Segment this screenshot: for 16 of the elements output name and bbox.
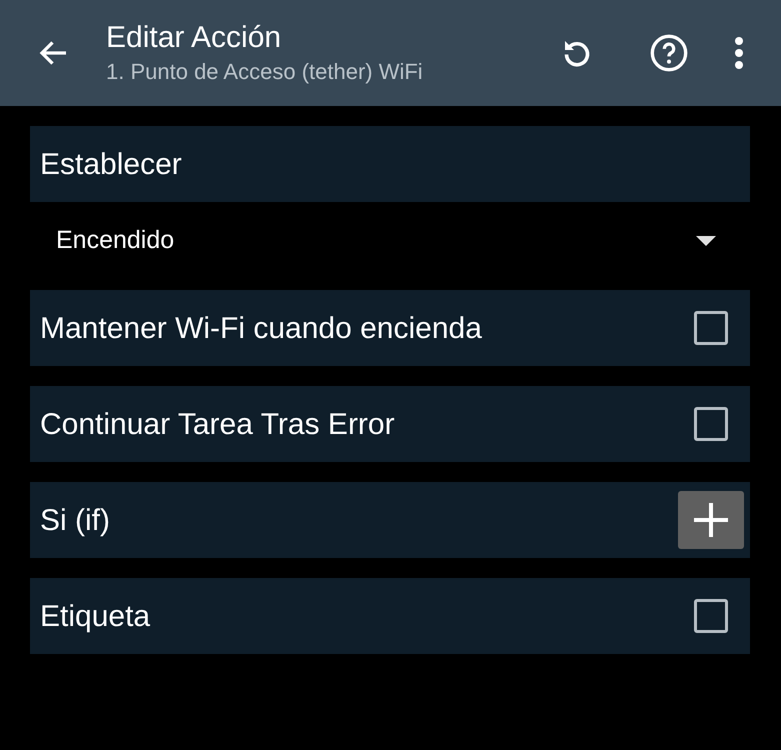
plus-icon bbox=[694, 503, 728, 537]
option-label: Si (if) bbox=[40, 502, 111, 538]
more-icon[interactable] bbox=[733, 36, 745, 70]
option-label: Mantener Wi-Fi cuando encienda bbox=[40, 310, 483, 346]
section-label: Establecer bbox=[40, 146, 182, 182]
subtitle: 1. Punto de Acceso (tether) WiFi bbox=[106, 58, 424, 86]
checkbox[interactable] bbox=[694, 407, 728, 441]
option-label: Etiqueta bbox=[40, 598, 152, 634]
title: Editar Acción bbox=[106, 20, 282, 56]
help-icon[interactable] bbox=[649, 33, 689, 73]
add-button[interactable] bbox=[678, 491, 744, 549]
state-dropdown[interactable]: Encendido bbox=[30, 210, 750, 272]
option-label: Continuar Tarea Tras Error bbox=[40, 406, 396, 442]
dropdown-arrow-icon bbox=[696, 236, 716, 246]
checkbox[interactable] bbox=[694, 599, 728, 633]
checkbox[interactable] bbox=[694, 311, 728, 345]
